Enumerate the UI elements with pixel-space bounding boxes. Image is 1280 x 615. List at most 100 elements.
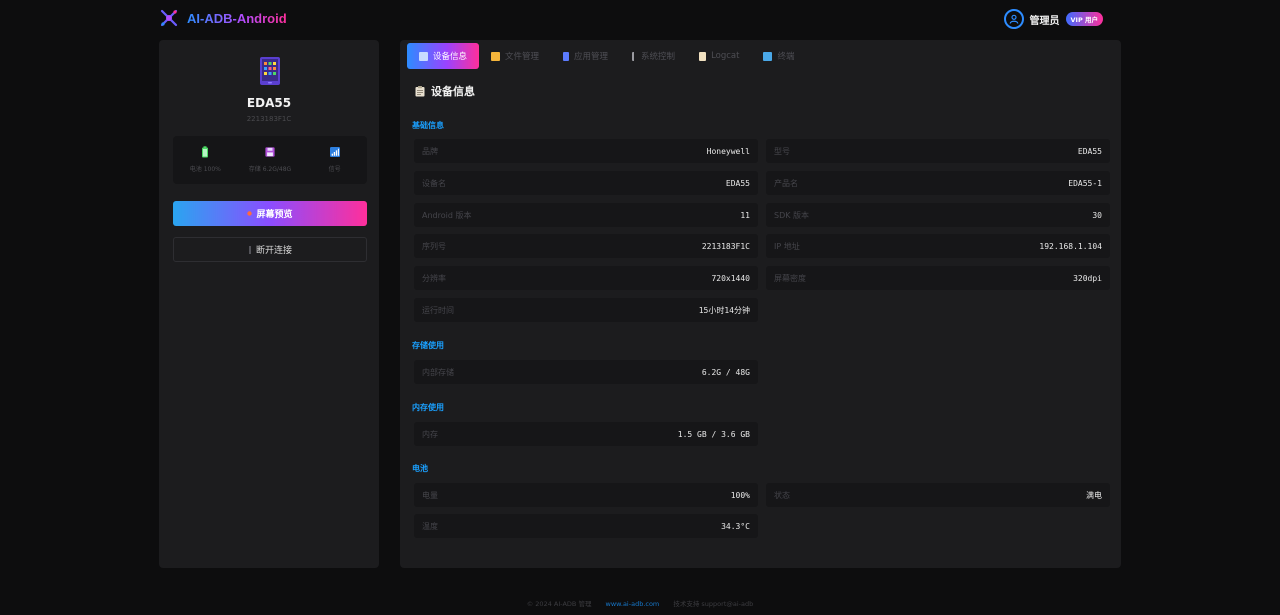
footer-contact: 技术支持 support@ai-adb: [673, 600, 754, 608]
tab-label: 设备信息: [433, 52, 468, 62]
footer-link[interactable]: www.ai-adb.com: [606, 600, 660, 608]
row-key: 型号: [774, 146, 790, 156]
info-row: Android 版本 11: [414, 203, 758, 227]
row-key: 设备名: [422, 178, 446, 188]
row-key: 产品名: [774, 178, 798, 188]
user-menu[interactable]: 管理员 VIP 用户: [1003, 9, 1103, 29]
stat-label: 存储 6.2G/48G: [248, 166, 292, 173]
info-row: 内部存储 6.2G / 48G: [414, 360, 758, 384]
row-value: 2213183F1C: [701, 241, 750, 251]
logo-icon: [160, 9, 178, 27]
log-icon: [699, 51, 707, 61]
avatar[interactable]: [1003, 9, 1024, 29]
wrench-icon: [632, 51, 636, 61]
row-value: 1.5 GB / 3.6 GB: [677, 429, 750, 439]
app-icon: [563, 51, 570, 61]
device-sidebar: EDA55 2213183F1C 电池 100% 存储 6.2G/48G 信号 …: [159, 40, 379, 568]
tab-label: 文件管理: [505, 52, 540, 62]
tab-bar: 设备信息 文件管理 应用管理 系统控制 Logcat 终端: [407, 43, 806, 69]
row-value: 30: [1092, 210, 1102, 220]
phone-device-icon: [260, 57, 280, 85]
info-row: 电量 100%: [414, 483, 758, 507]
device-serial: 2213183F1C: [246, 115, 292, 123]
section-title-battery: 电池: [412, 464, 428, 473]
button-label: 断开连接: [255, 246, 292, 256]
info-row: 分辨率 720x1440: [414, 266, 758, 290]
disconnect-button[interactable]: 断开连接: [173, 237, 367, 262]
row-key: 序列号: [422, 241, 446, 251]
tab-app-manager[interactable]: 应用管理: [551, 43, 620, 69]
stat-battery: 电池 100%: [173, 136, 238, 184]
row-value: EDA55-1: [1068, 178, 1102, 188]
row-value: EDA55: [725, 178, 750, 188]
tab-label: Logcat: [711, 51, 740, 61]
row-value: 11: [740, 210, 750, 220]
page-footer: © 2024 AI-ADB 管理 www.ai-adb.com 技术支持 sup…: [0, 598, 1280, 608]
stat-storage: 存储 6.2G/48G: [238, 136, 303, 184]
row-key: 运行时间: [422, 305, 454, 315]
screen-preview-button[interactable]: 屏幕预览: [173, 201, 367, 226]
brand-title[interactable]: AI-ADB-Android: [187, 11, 287, 26]
tab-label: 系统控制: [641, 52, 676, 62]
section-title-basic: 基础信息: [412, 121, 444, 130]
row-key: 分辨率: [422, 273, 446, 283]
top-header: AI-ADB-Android 管理员 VIP 用户: [159, 0, 1121, 38]
section-title-storage: 存储使用: [412, 341, 444, 350]
tab-label: 终端: [777, 52, 795, 62]
section-title-memory: 内存使用: [412, 403, 444, 412]
info-row: SDK 版本 30: [766, 203, 1110, 227]
row-key: 内部存储: [422, 367, 454, 377]
footer-copyright: © 2024 AI-ADB 管理: [526, 600, 592, 608]
row-value: 320dpi: [1073, 273, 1102, 283]
row-key: 屏幕密度: [774, 273, 806, 283]
floppy-icon: [265, 147, 275, 157]
vip-badge: VIP 用户: [1065, 12, 1103, 26]
signal-icon: [329, 147, 340, 157]
tab-system-control[interactable]: 系统控制: [620, 43, 687, 69]
row-value: 满电: [1086, 490, 1102, 500]
info-row: 品牌 Honeywell: [414, 139, 758, 163]
tab-label: 应用管理: [574, 52, 609, 62]
info-row: 温度 34.3°C: [414, 514, 758, 538]
row-value: 6.2G / 48G: [701, 367, 750, 377]
main-content: 设备信息 文件管理 应用管理 系统控制 Logcat 终端 设备信息 基础信息 …: [400, 40, 1121, 568]
row-value: EDA55: [1077, 146, 1102, 156]
stat-signal: 信号: [302, 136, 367, 184]
stat-label: 信号: [328, 166, 341, 173]
row-key: 内存: [422, 429, 438, 439]
info-row: 型号 EDA55: [766, 139, 1110, 163]
tab-terminal[interactable]: 终端: [751, 43, 806, 69]
row-value: 15小时14分钟: [698, 305, 750, 315]
unlink-icon: [249, 245, 251, 254]
folder-icon: [491, 51, 501, 61]
terminal-icon: [763, 51, 773, 61]
panel-title: 设备信息: [415, 83, 475, 99]
clipboard-icon: [415, 85, 425, 96]
row-value: 720x1440: [711, 273, 750, 283]
user-name: 管理员: [1029, 15, 1060, 27]
user-icon: [1009, 14, 1018, 24]
info-row: 序列号 2213183F1C: [414, 234, 758, 258]
row-key: 电量: [422, 490, 438, 500]
info-row: 屏幕密度 320dpi: [766, 266, 1110, 290]
info-row: 运行时间 15小时14分钟: [414, 298, 758, 322]
info-row: 内存 1.5 GB / 3.6 GB: [414, 422, 758, 446]
device-stats: 电池 100% 存储 6.2G/48G 信号: [173, 136, 367, 184]
tab-device-info[interactable]: 设备信息: [407, 43, 480, 69]
row-key: Android 版本: [422, 210, 472, 220]
info-row: 设备名 EDA55: [414, 171, 758, 195]
button-label: 屏幕预览: [256, 210, 293, 220]
tab-logcat[interactable]: Logcat: [687, 43, 751, 69]
panel-title-text: 设备信息: [431, 85, 475, 98]
row-key: SDK 版本: [774, 210, 810, 220]
row-key: 状态: [774, 490, 790, 500]
info-row: IP 地址 192.168.1.104: [766, 234, 1110, 258]
device-name: EDA55: [246, 96, 292, 110]
row-value: 100%: [730, 490, 750, 500]
tab-file-manager[interactable]: 文件管理: [479, 43, 551, 69]
row-value: 192.168.1.104: [1039, 241, 1102, 251]
row-value: 34.3°C: [721, 521, 750, 531]
info-row: 产品名 EDA55-1: [766, 171, 1110, 195]
row-value: Honeywell: [706, 146, 750, 156]
row-key: 温度: [422, 521, 438, 531]
